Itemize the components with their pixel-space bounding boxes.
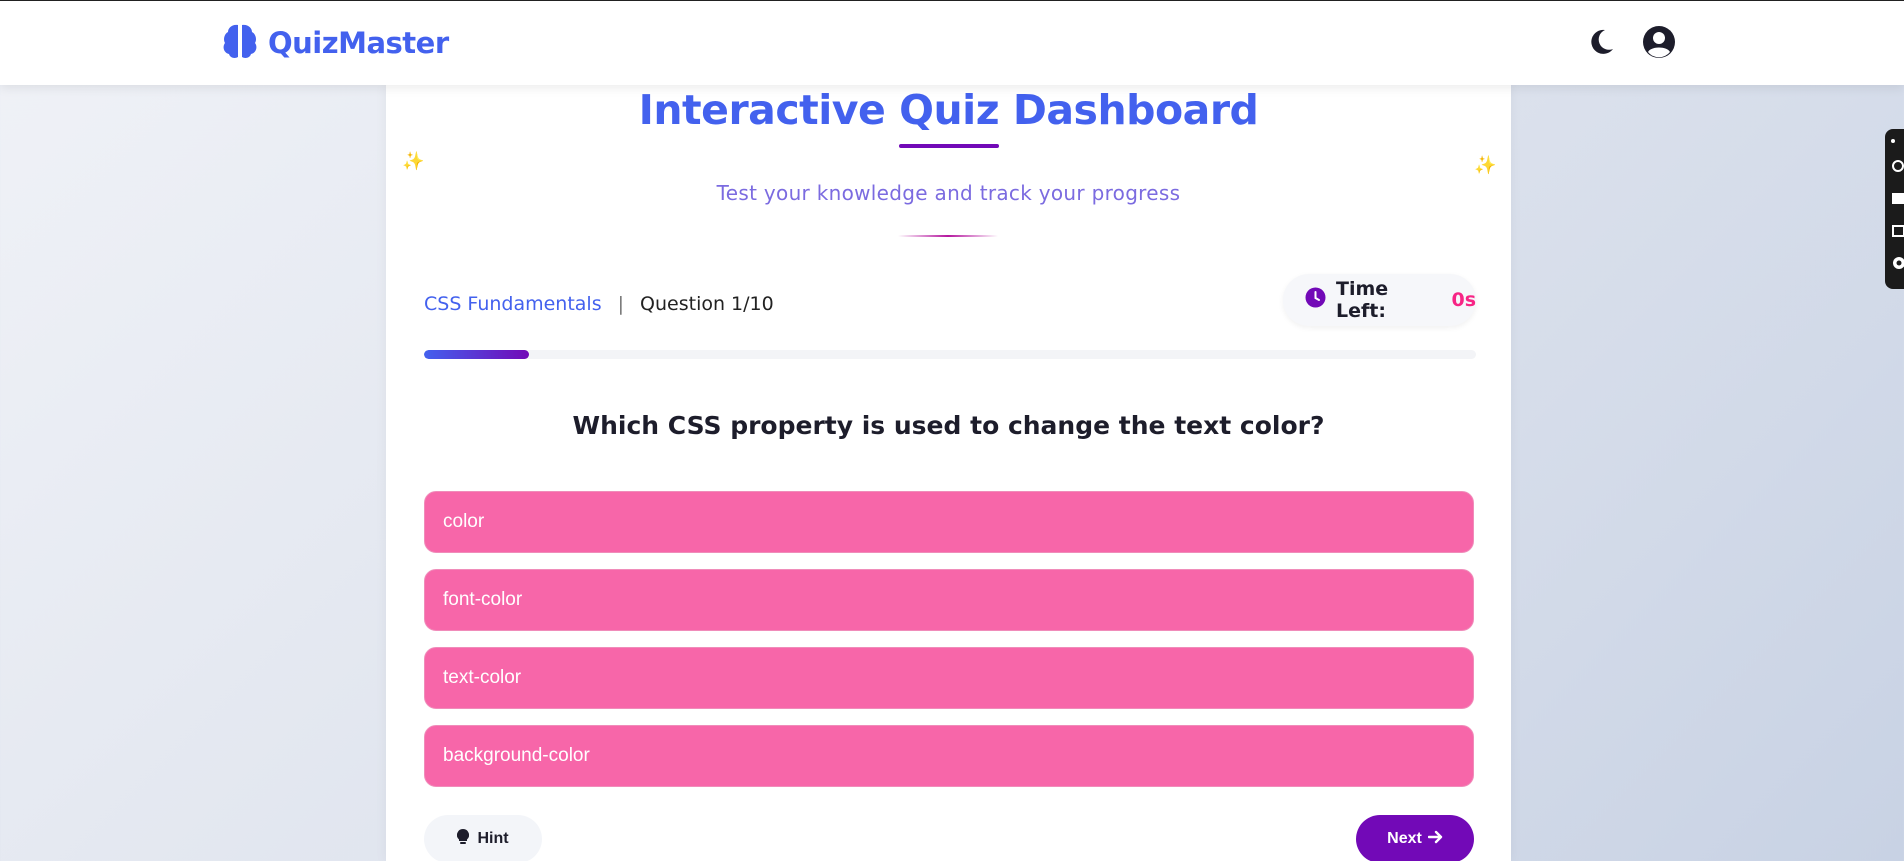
question-counter: Question 1/10 [640, 293, 774, 315]
title-underline [899, 144, 999, 148]
side-toolbar [1885, 129, 1904, 289]
subtitle-divider [898, 235, 998, 237]
moon-icon[interactable] [1588, 27, 1616, 57]
answer-options: color font-color text-color background-c… [424, 491, 1474, 803]
meta-separator: | [617, 293, 625, 315]
progress-fill [424, 350, 530, 359]
timer-badge: Time Left: 0s [1283, 274, 1476, 326]
brand[interactable]: QuizMaster [222, 23, 449, 63]
dot-icon[interactable] [1890, 137, 1904, 151]
search-icon[interactable] [1890, 159, 1904, 173]
next-button[interactable]: Next [1356, 815, 1474, 861]
top-navbar: QuizMaster [0, 1, 1904, 85]
progress-bar [424, 350, 1476, 359]
square-icon[interactable] [1890, 191, 1904, 205]
lightbulb-icon [457, 828, 470, 850]
brain-icon [222, 22, 258, 65]
page-title: Interactive Quiz Dashboard [638, 86, 1259, 134]
option-font-color[interactable]: font-color [424, 569, 1474, 631]
brand-name: QuizMaster [268, 26, 449, 60]
page-subtitle: Test your knowledge and track your progr… [716, 181, 1181, 205]
next-label: Next [1387, 830, 1422, 847]
quiz-category: CSS Fundamentals [424, 293, 602, 315]
option-text-color[interactable]: text-color [424, 647, 1474, 709]
quiz-meta: CSS Fundamentals | Question 1/10 [424, 289, 774, 319]
window-icon[interactable] [1890, 223, 1904, 237]
arrow-right-icon [1427, 830, 1443, 849]
sparkle-icon: ✨ [1474, 155, 1497, 175]
hint-button[interactable]: Hint [424, 815, 542, 861]
quiz-card: Interactive Quiz Dashboard ✨ ✨ Test your… [386, 81, 1511, 861]
timer-label: Time Left: [1336, 278, 1389, 322]
user-circle-icon[interactable] [1642, 25, 1676, 59]
clock-icon [1305, 287, 1326, 313]
hint-label: Hint [477, 830, 509, 847]
question-text: Which CSS property is used to change the… [572, 411, 1325, 440]
sparkle-icon: ✨ [402, 151, 425, 171]
option-color[interactable]: color [424, 491, 1474, 553]
gear-icon[interactable] [1890, 255, 1904, 269]
option-background-color[interactable]: background-color [424, 725, 1474, 787]
timer-value: 0s [1451, 289, 1476, 311]
